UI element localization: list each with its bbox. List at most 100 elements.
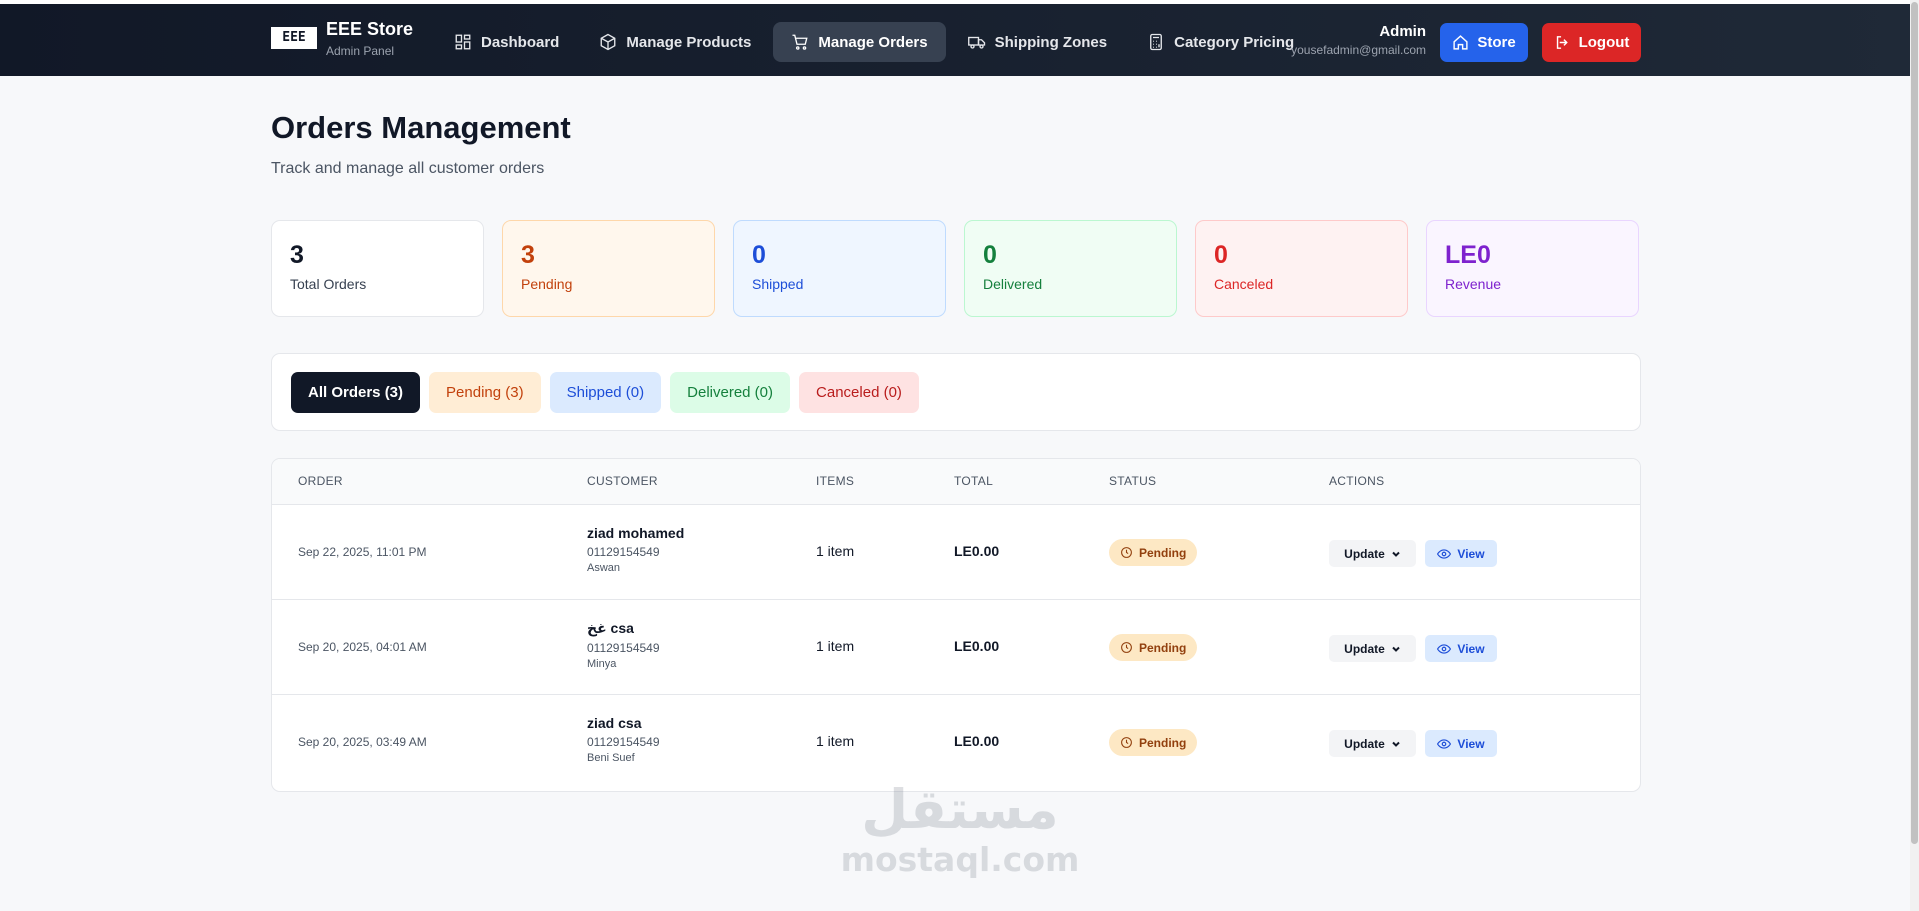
nav-dashboard[interactable]: Dashboard (436, 22, 577, 62)
status-badge: Pending (1109, 729, 1198, 756)
update-label: Update (1344, 736, 1385, 751)
stat-shipped: 0 Shipped (733, 220, 946, 317)
stat-label: Delivered (983, 276, 1043, 292)
table-header: Order Customer Items Total Status Action… (272, 459, 1640, 505)
customer-city: Minya (587, 658, 617, 670)
cart-icon (792, 34, 809, 50)
view-order-button[interactable]: View (1425, 540, 1497, 567)
page-subtitle: Track and manage all customer orders (271, 160, 545, 177)
filter-all-orders[interactable]: All Orders (3) (291, 372, 421, 413)
view-order-button[interactable]: View (1425, 730, 1497, 757)
logout-button[interactable]: Logout (1542, 23, 1641, 62)
filter-canceled[interactable]: Canceled (0) (799, 372, 919, 413)
stat-value: 3 (290, 241, 304, 269)
clock-icon (1121, 642, 1132, 653)
nav-dashboard-label: Dashboard (481, 33, 560, 51)
clock-icon (1121, 737, 1132, 748)
customer-info: ziad csa 01129154549 Beni Suef (587, 715, 660, 764)
scrollbar-thumb[interactable] (1911, 2, 1918, 844)
page-title: Orders Management (271, 110, 571, 145)
order-items: 1 item (816, 638, 855, 654)
table-row: Sep 20, 2025, 04:01 AM غخ csa 0112915454… (272, 600, 1640, 695)
filter-delivered[interactable]: Delivered (0) (670, 372, 791, 413)
stats-cards: 3 Total Orders 3 Pending 0 Shipped 0 Del… (271, 220, 1639, 317)
stat-pending: 3 Pending (502, 220, 715, 317)
view-label: View (1457, 546, 1485, 561)
user-name: Admin (1379, 23, 1426, 40)
watermark-latin: mostaql.com (840, 840, 1080, 879)
update-label: Update (1344, 546, 1385, 561)
order-date: Sep 22, 2025, 11:01 PM (298, 545, 427, 559)
view-order-button[interactable]: View (1425, 635, 1497, 662)
order-total: LE0.00 (954, 543, 1000, 559)
header-status: Status (1109, 474, 1157, 488)
status-badge: Pending (1109, 539, 1198, 566)
clock-icon (1121, 547, 1132, 558)
customer-name: ziad csa (587, 715, 642, 731)
chevron-down-icon (1392, 741, 1400, 747)
nav-shipping-zones-label: Shipping Zones (994, 33, 1108, 51)
table-row: Sep 20, 2025, 03:49 AM ziad csa 01129154… (272, 695, 1640, 790)
update-status-dropdown[interactable]: Update (1329, 635, 1416, 662)
stat-value: 0 (1214, 241, 1228, 269)
status-label: Pending (1139, 640, 1187, 655)
order-total: LE0.00 (954, 733, 1000, 749)
stat-delivered: 0 Delivered (964, 220, 1177, 317)
truck-icon (967, 36, 985, 49)
update-status-dropdown[interactable]: Update (1329, 730, 1416, 757)
update-status-dropdown[interactable]: Update (1329, 540, 1416, 567)
update-label: Update (1344, 641, 1385, 656)
nav-manage-products[interactable]: Manage Products (581, 22, 769, 62)
chevron-down-icon (1392, 551, 1400, 557)
stat-value: LE0 (1445, 241, 1491, 269)
logout-icon (1556, 36, 1568, 49)
stat-label: Canceled (1214, 276, 1274, 292)
dashboard-icon (455, 34, 471, 50)
eye-icon (1437, 738, 1452, 749)
nav-shipping-zones[interactable]: Shipping Zones (950, 22, 1126, 62)
status-badge: Pending (1109, 634, 1198, 661)
scrollbar[interactable] (1910, 0, 1919, 911)
store-button[interactable]: Store (1440, 23, 1528, 62)
top-navbar: EEE EEE Store Admin Panel Dashboard Mana… (0, 0, 1910, 76)
stat-label: Total Orders (290, 276, 367, 292)
stat-total-orders: 3 Total Orders (271, 220, 484, 317)
nav-manage-orders[interactable]: Manage Orders (773, 22, 946, 62)
status-filters: All Orders (3) Pending (3) Shipped (0) D… (291, 372, 919, 413)
view-label: View (1457, 641, 1485, 656)
order-date: Sep 20, 2025, 04:01 AM (298, 640, 427, 654)
customer-phone: 01129154549 (587, 641, 660, 655)
header-customer: Customer (587, 474, 658, 488)
order-total: LE0.00 (954, 638, 1000, 654)
view-label: View (1457, 736, 1485, 751)
header-total: Total (954, 474, 994, 488)
user-email: yousefadmin@gmail.com (1291, 43, 1426, 57)
home-icon (1453, 35, 1468, 50)
table-row: Sep 22, 2025, 11:01 PM ziad mohamed 0112… (272, 505, 1640, 600)
customer-phone: 01129154549 (587, 545, 660, 559)
filter-panel: All Orders (3) Pending (3) Shipped (0) D… (271, 353, 1641, 431)
box-icon (600, 33, 616, 51)
brand-title: EEE Store (326, 19, 414, 39)
eye-icon (1437, 548, 1452, 559)
stat-value: 3 (521, 241, 535, 269)
orders-table: Order Customer Items Total Status Action… (271, 458, 1641, 792)
filter-pending[interactable]: Pending (3) (429, 372, 541, 413)
stat-canceled: 0 Canceled (1195, 220, 1408, 317)
customer-city: Beni Suef (587, 752, 635, 764)
store-button-label: Store (1477, 34, 1516, 51)
customer-info: غخ csa 01129154549 Minya (587, 620, 660, 670)
brand-logo-text: EEE (282, 30, 306, 45)
calculator-icon (1150, 33, 1163, 51)
main-nav: Dashboard Manage Products Manage Orders … (436, 22, 1312, 62)
nav-category-pricing-label: Category Pricing (1174, 33, 1295, 51)
order-date: Sep 20, 2025, 03:49 AM (298, 735, 427, 749)
filter-shipped[interactable]: Shipped (0) (549, 372, 662, 413)
stat-label: Shipped (752, 276, 804, 292)
nav-category-pricing[interactable]: Category Pricing (1129, 22, 1312, 62)
customer-city: Aswan (587, 562, 621, 574)
brand-subtitle: Admin Panel (326, 44, 395, 58)
customer-name: ziad mohamed (587, 525, 685, 541)
user-info: Admin yousefadmin@gmail.com (1291, 23, 1426, 57)
brand[interactable]: EEE EEE Store Admin Panel (271, 18, 413, 58)
